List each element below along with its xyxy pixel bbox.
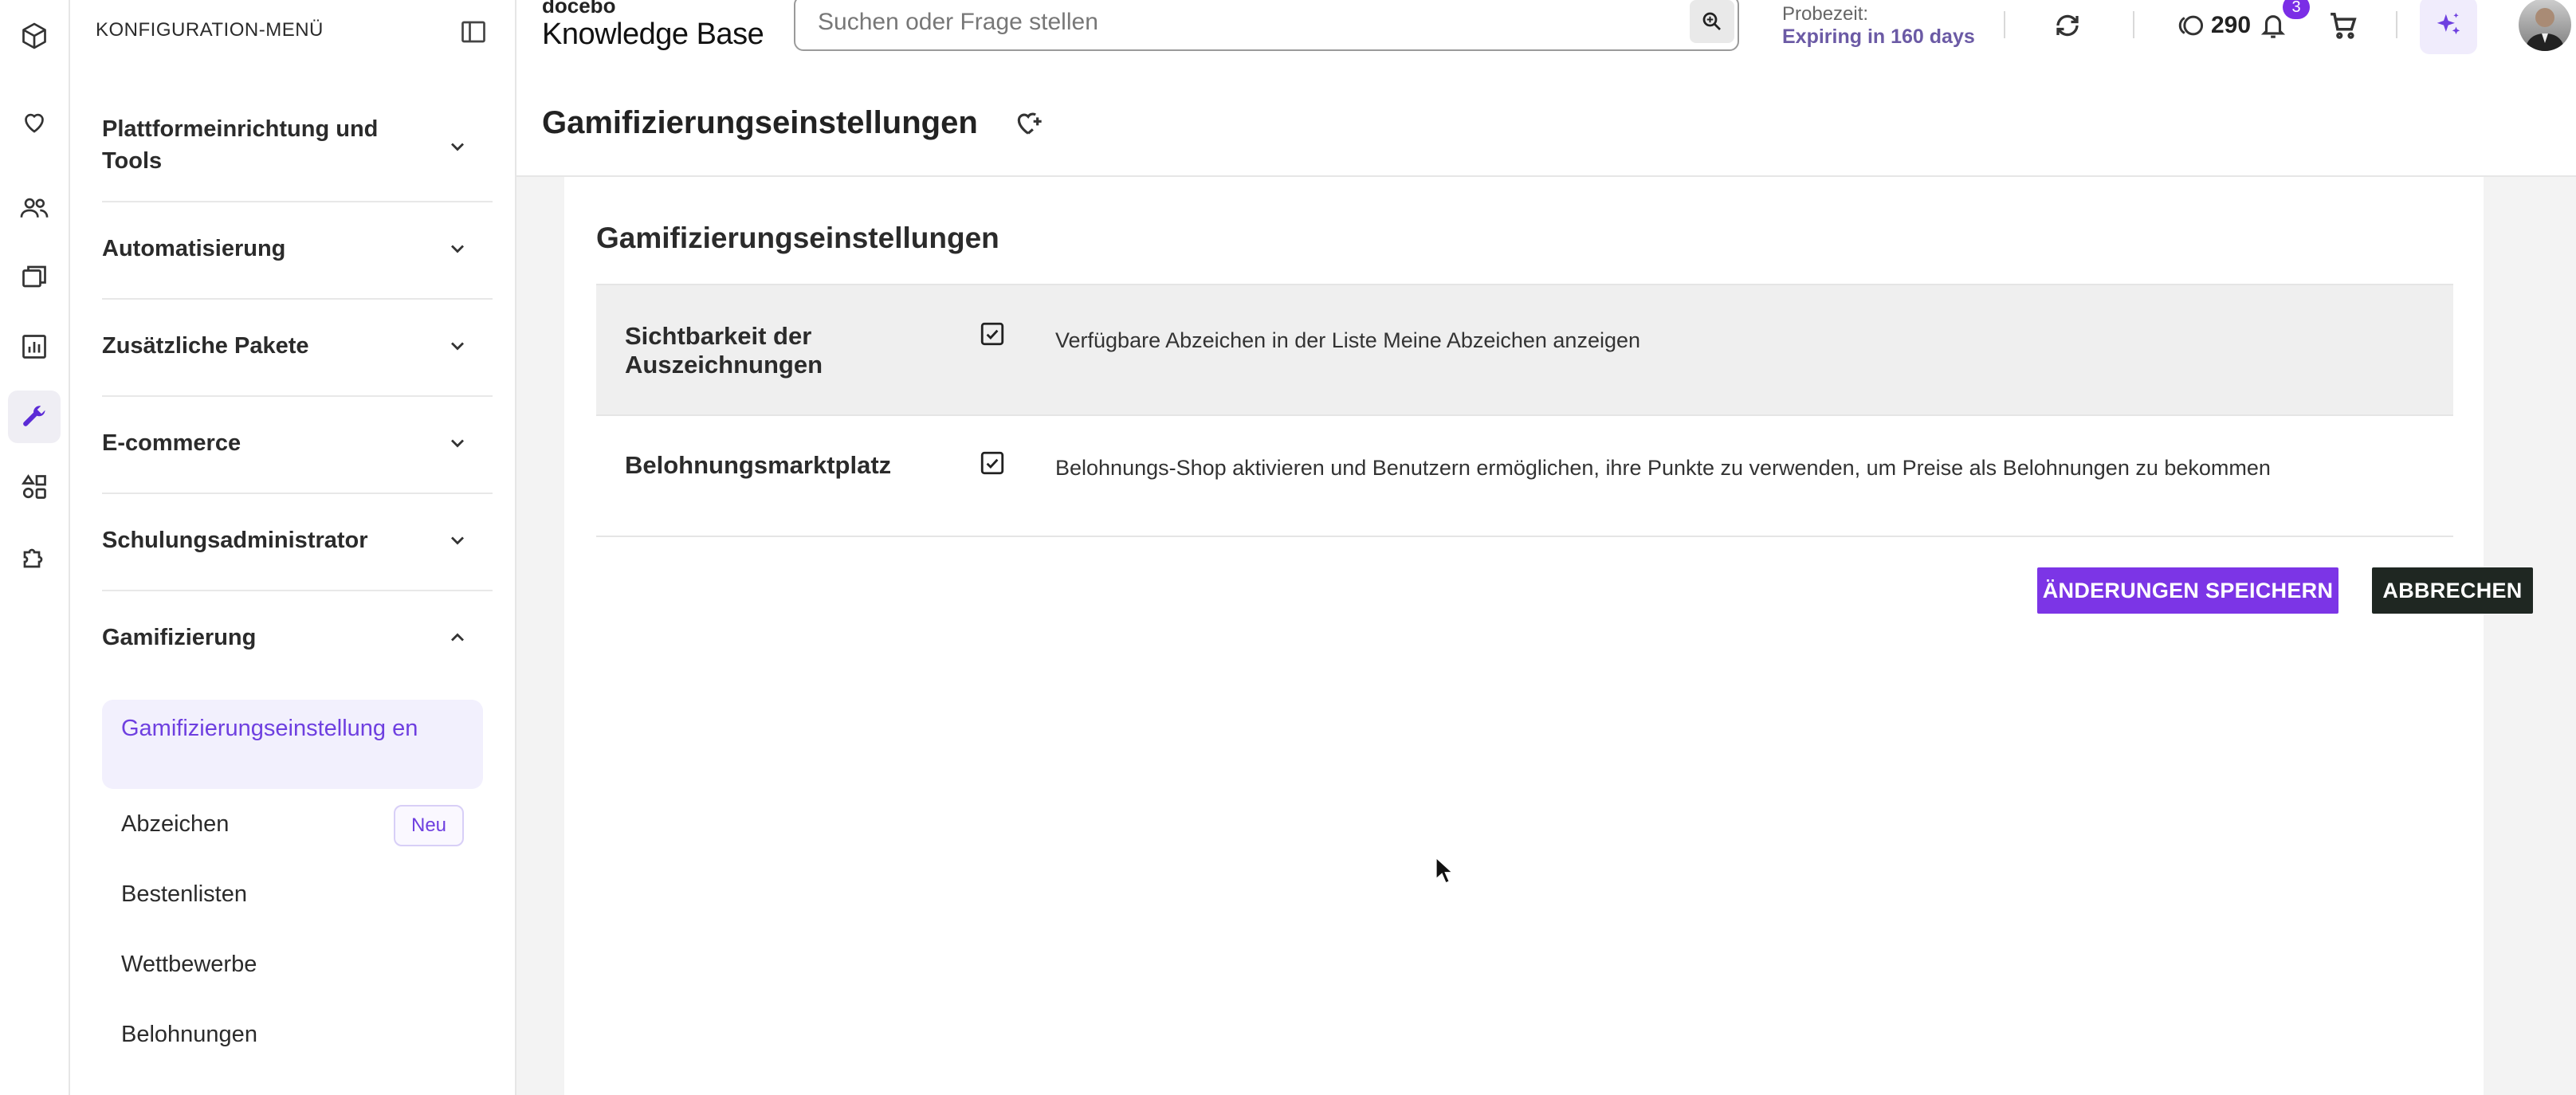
sidebar-section-ecommerce[interactable]: E-commerce — [102, 397, 493, 494]
apps-icon — [21, 474, 46, 499]
sync-button[interactable] — [2050, 8, 2085, 43]
wrench-icon — [23, 406, 45, 426]
coins-icon — [2178, 15, 2204, 36]
user-photo-icon — [2525, 8, 2565, 51]
checkbox-checked-icon — [980, 451, 1004, 475]
setting-description: Belohnungs-Shop aktivieren und Benutzern… — [1055, 456, 2271, 480]
add-favorite-button[interactable] — [1012, 107, 1044, 139]
sidebar-item-rewards[interactable]: Belohnungen — [102, 1001, 483, 1068]
puzzle-icon — [23, 548, 43, 568]
rail-apps-button[interactable] — [8, 461, 61, 513]
chevron-down-icon — [451, 245, 464, 253]
config-menu-header: KONFIGURATION-MENÜ — [96, 19, 324, 41]
sidebar-item-leaderboards[interactable]: Bestenlisten — [102, 861, 483, 928]
divider — [2396, 11, 2397, 38]
sidebar-item-label: Bestenlisten — [121, 881, 247, 907]
bell-icon — [2260, 15, 2286, 38]
icon-rail — [0, 0, 70, 1095]
sidebar-item-label: Belohnungen — [121, 1022, 257, 1047]
points-value: 290 — [2211, 12, 2252, 38]
sidebar-item-label: Abzeichen — [121, 811, 230, 837]
divider — [2004, 11, 2005, 38]
chevron-down-icon — [451, 439, 464, 448]
settings-card: Gamifizierungseinstellungen Sichtbarkeit… — [564, 177, 2533, 1095]
ai-assistant-button[interactable] — [2420, 0, 2477, 54]
sidebar-item-label: Wettbewerbe — [121, 952, 257, 977]
users-icon — [20, 198, 49, 218]
top-bar: docebo Knowledge Base Probezeit: Expirin… — [516, 0, 2576, 56]
divider — [2133, 11, 2134, 38]
courses-icon — [22, 265, 46, 288]
setting-row-rewards-marketplace: Belohnungsmarktplatz Belohnungs-Shop akt… — [596, 416, 2453, 537]
brand-title[interactable]: Knowledge Base — [542, 18, 764, 52]
chevron-up-icon — [451, 633, 464, 642]
sidebar-item-gamification-settings[interactable]: Gamifizierungseinstellung en — [102, 700, 483, 789]
sidebar-item-badges[interactable]: Abzeichen Neu — [102, 791, 483, 858]
page-title: Gamifizierungseinstellungen — [542, 105, 978, 140]
sidebar-section-gamification[interactable]: Gamifizierung — [102, 591, 493, 687]
badge-visibility-checkbox[interactable] — [979, 320, 1006, 347]
sidebar-section-platform[interactable]: Plattformeinrichtung und Tools — [102, 102, 493, 202]
ai-search-icon — [1702, 12, 1721, 30]
setting-label: Belohnungsmarktplatz — [625, 451, 892, 479]
cart-icon — [2331, 13, 2357, 39]
collapse-sidebar-button[interactable] — [459, 18, 488, 46]
rail-reports-button[interactable] — [8, 320, 61, 373]
refresh-icon — [2056, 14, 2079, 37]
trial-expiry[interactable]: Expiring in 160 days — [1782, 26, 1975, 49]
mouse-cursor — [1435, 856, 1455, 885]
chevron-down-icon — [451, 143, 464, 151]
config-sidebar: KONFIGURATION-MENÜ Plattformeinrichtung … — [70, 0, 516, 1095]
rail-heart-button[interactable] — [8, 96, 61, 148]
search-box — [794, 0, 1739, 51]
notification-count-badge: 3 — [2283, 0, 2310, 19]
sidebar-section-automation[interactable]: Automatisierung — [102, 202, 493, 300]
card-title: Gamifizierungseinstellungen — [596, 222, 999, 254]
setting-label: Sichtbarkeit der Auszeichnungen — [625, 322, 823, 379]
setting-description: Verfügbare Abzeichen in der Liste Meine … — [1055, 328, 1641, 352]
main-content: Gamifizierungseinstellungen Sichtbarkeit… — [516, 177, 2576, 1095]
sidebar-section-packages[interactable]: Zusätzliche Pakete — [102, 300, 493, 397]
sidebar-item-label: Gamifizierungseinstellung en — [121, 716, 418, 741]
sidebar-panel-icon — [461, 21, 485, 43]
sidebar-section-label: Plattformeinrichtung und Tools — [102, 116, 379, 174]
rewards-marketplace-checkbox[interactable] — [979, 449, 1006, 477]
sidebar-section-training-admin[interactable]: Schulungsadministrator — [102, 494, 493, 591]
cube-icon — [22, 22, 46, 49]
sidebar-item-contests[interactable]: Wettbewerbe — [102, 931, 483, 998]
search-button[interactable] — [1690, 0, 1734, 43]
setting-row-badge-visibility: Sichtbarkeit der Auszeichnungen Verfügba… — [596, 284, 2453, 416]
sidebar-section-label: Automatisierung — [102, 236, 286, 261]
new-badge: Neu — [394, 805, 464, 846]
cursor-arrow-icon — [1435, 856, 1455, 885]
brand-logo-text[interactable]: docebo — [542, 0, 615, 18]
sidebar-section-label: Gamifizierung — [102, 625, 257, 650]
rail-courses-button[interactable] — [8, 250, 61, 303]
sidebar-section-label: Zusätzliche Pakete — [102, 333, 309, 359]
rail-cube-button[interactable] — [8, 10, 61, 62]
sidebar-section-label: Schulungsadministrator — [102, 528, 368, 553]
rail-users-button[interactable] — [8, 182, 61, 234]
chevron-down-icon — [451, 536, 464, 545]
cancel-button[interactable]: ABBRECHEN — [2372, 567, 2533, 614]
save-changes-button[interactable]: ÄNDERUNGEN SPEICHERN — [2037, 567, 2338, 614]
sidebar-section-label: E-commerce — [102, 430, 242, 456]
checkbox-checked-icon — [980, 322, 1004, 346]
sparkle-icon — [2437, 13, 2460, 35]
heart-plus-icon — [1017, 112, 1042, 135]
chevron-down-icon — [451, 342, 464, 351]
heart-icon — [25, 113, 44, 133]
rail-wrench-button[interactable] — [8, 391, 61, 443]
rail-puzzle-button[interactable] — [8, 531, 61, 583]
avatar[interactable] — [2519, 0, 2571, 51]
page-header: Gamifizierungseinstellungen — [516, 88, 2576, 177]
trial-label: Probezeit: — [1782, 3, 1869, 25]
reports-icon — [22, 335, 46, 359]
cart-button[interactable] — [2326, 8, 2361, 43]
search-input[interactable] — [816, 0, 1656, 48]
